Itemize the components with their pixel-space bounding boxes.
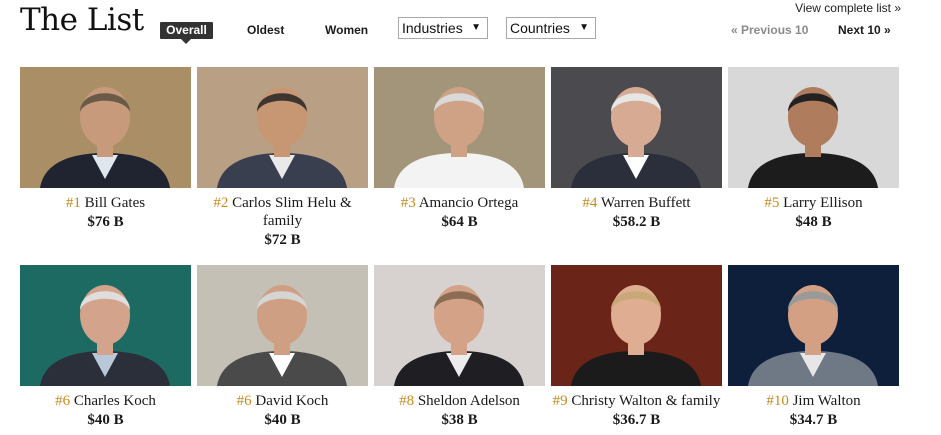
person-caption[interactable]: #5 Larry Ellison xyxy=(728,194,899,212)
person-photo[interactable] xyxy=(551,265,722,386)
person-caption[interactable]: #2 Carlos Slim Helu & family xyxy=(197,194,368,230)
person-caption[interactable]: #1 Bill Gates xyxy=(20,194,191,212)
person-caption[interactable]: #9 Christy Walton & family xyxy=(551,392,722,410)
person-name[interactable]: Larry Ellison xyxy=(783,195,863,211)
industries-dropdown[interactable]: Industries ▼ xyxy=(398,17,488,39)
person-rank: #10 xyxy=(766,393,789,409)
person-net-worth: $58.2 B xyxy=(612,214,661,230)
person-net-worth: $40 B xyxy=(264,412,301,428)
person-photo[interactable] xyxy=(197,265,368,386)
person-card[interactable]: #10 Jim Walton $34.7 B xyxy=(728,265,899,429)
portrait-image xyxy=(551,265,722,386)
previous-10-link[interactable]: « Previous 10 xyxy=(731,23,808,37)
dropdown-arrow-icon: ▼ xyxy=(579,22,589,33)
person-rank: #3 xyxy=(400,195,416,211)
person-photo[interactable] xyxy=(374,265,545,386)
tab-women[interactable]: Women xyxy=(325,22,368,39)
next-10-link[interactable]: Next 10 » xyxy=(838,23,891,37)
view-complete-list-link[interactable]: View complete list » xyxy=(795,1,901,15)
person-name[interactable]: Jim Walton xyxy=(793,393,861,409)
person-name[interactable]: Bill Gates xyxy=(85,195,145,211)
person-caption[interactable]: #3 Amancio Ortega xyxy=(374,194,545,212)
countries-dropdown-label: Countries xyxy=(510,20,570,36)
portrait-image xyxy=(551,67,722,188)
person-name[interactable]: Carlos Slim Helu & family xyxy=(232,195,352,229)
portrait-image xyxy=(197,265,368,386)
portrait-image xyxy=(20,265,191,386)
person-net-worth: $34.7 B xyxy=(789,412,838,428)
person-net-worth: $64 B xyxy=(441,214,478,230)
person-name[interactable]: Charles Koch xyxy=(74,393,156,409)
person-caption[interactable]: #6 Charles Koch xyxy=(20,392,191,410)
portrait-image xyxy=(728,265,899,386)
portrait-image xyxy=(197,67,368,188)
person-net-worth: $40 B xyxy=(87,412,124,428)
person-name[interactable]: Christy Walton & family xyxy=(571,393,720,409)
person-rank: #6 xyxy=(236,393,252,409)
person-card[interactable]: #5 Larry Ellison $48 B xyxy=(728,67,899,231)
tab-overall[interactable]: Overall xyxy=(160,22,213,44)
portrait-image xyxy=(374,67,545,188)
person-photo[interactable] xyxy=(728,265,899,386)
portrait-image xyxy=(374,265,545,386)
person-photo[interactable] xyxy=(374,67,545,188)
person-card[interactable]: #4 Warren Buffett $58.2 B xyxy=(551,67,722,231)
person-net-worth: $72 B xyxy=(264,232,301,248)
person-net-worth: $76 B xyxy=(87,214,124,230)
person-name[interactable]: David Koch xyxy=(255,393,328,409)
tab-oldest[interactable]: Oldest xyxy=(247,22,284,39)
person-caption[interactable]: #4 Warren Buffett xyxy=(551,194,722,212)
person-card[interactable]: #3 Amancio Ortega $64 B xyxy=(374,67,545,231)
person-card[interactable]: #1 Bill Gates $76 B xyxy=(20,67,191,231)
person-rank: #8 xyxy=(399,393,415,409)
portrait-image xyxy=(20,67,191,188)
person-net-worth: $48 B xyxy=(795,214,832,230)
person-net-worth: $38 B xyxy=(441,412,478,428)
person-photo[interactable] xyxy=(728,67,899,188)
portrait-image xyxy=(728,67,899,188)
person-caption[interactable]: #10 Jim Walton xyxy=(728,392,899,410)
person-caption[interactable]: #8 Sheldon Adelson xyxy=(374,392,545,410)
dropdown-arrow-icon: ▼ xyxy=(471,22,481,33)
person-photo[interactable] xyxy=(20,67,191,188)
person-card[interactable]: #6 Charles Koch $40 B xyxy=(20,265,191,429)
person-rank: #2 xyxy=(213,195,229,211)
person-net-worth: $36.7 B xyxy=(612,412,661,428)
person-rank: #1 xyxy=(65,195,81,211)
person-card[interactable]: #9 Christy Walton & family $36.7 B xyxy=(551,265,722,429)
person-rank: #4 xyxy=(582,195,598,211)
page-title: The List xyxy=(20,2,144,38)
person-rank: #6 xyxy=(55,393,71,409)
person-photo[interactable] xyxy=(20,265,191,386)
person-rank: #9 xyxy=(552,393,568,409)
person-name[interactable]: Amancio Ortega xyxy=(419,195,519,211)
person-rank: #5 xyxy=(764,195,780,211)
countries-dropdown[interactable]: Countries ▼ xyxy=(506,17,596,39)
person-card[interactable]: #8 Sheldon Adelson $38 B xyxy=(374,265,545,429)
person-photo[interactable] xyxy=(551,67,722,188)
person-card[interactable]: #6 David Koch $40 B xyxy=(197,265,368,429)
person-card[interactable]: #2 Carlos Slim Helu & family $72 B xyxy=(197,67,368,249)
person-name[interactable]: Sheldon Adelson xyxy=(418,393,520,409)
industries-dropdown-label: Industries xyxy=(402,20,463,36)
person-caption[interactable]: #6 David Koch xyxy=(197,392,368,410)
person-name[interactable]: Warren Buffett xyxy=(601,195,691,211)
person-photo[interactable] xyxy=(197,67,368,188)
